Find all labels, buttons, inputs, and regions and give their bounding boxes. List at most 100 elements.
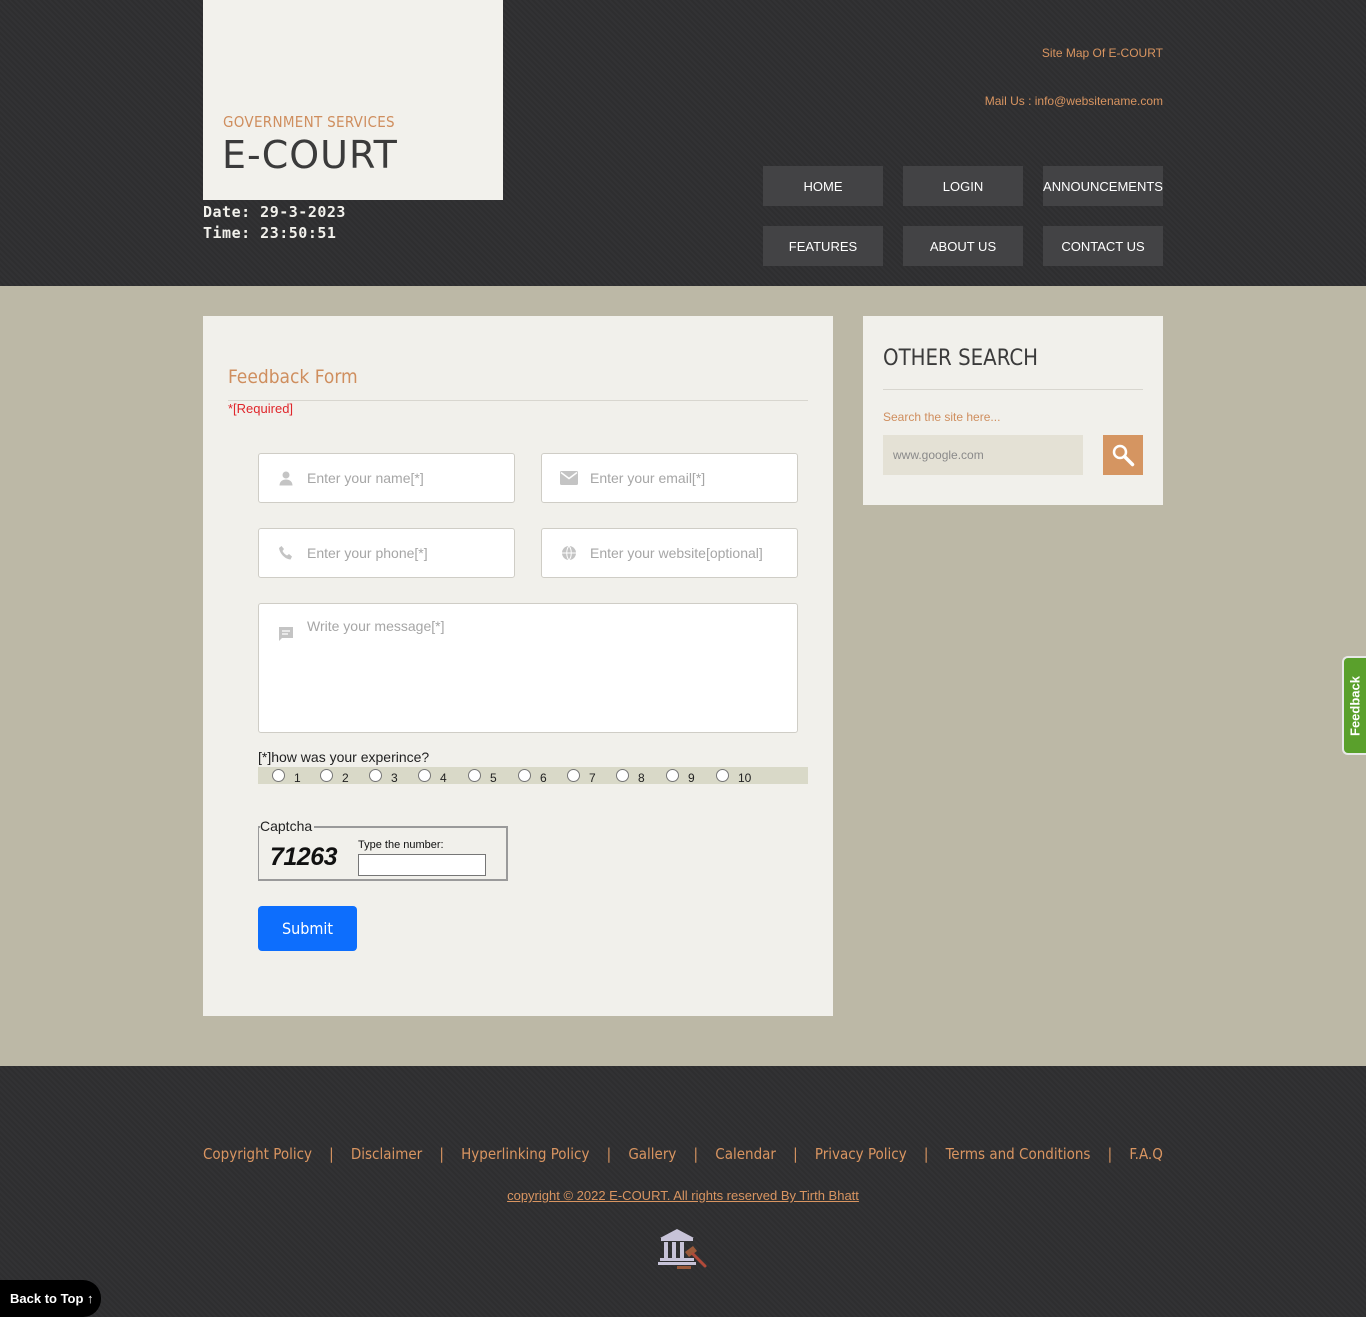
- website-field[interactable]: [541, 528, 798, 578]
- search-button[interactable]: [1103, 435, 1143, 475]
- nav-login-button[interactable]: LOGIN: [903, 166, 1023, 206]
- captcha-box: Captcha 71263 Type the number:: [258, 818, 508, 881]
- rating-option[interactable]: 9: [666, 767, 695, 785]
- logo-title: E-COURT: [222, 133, 398, 177]
- rating-option[interactable]: 2: [320, 767, 349, 785]
- mail-link[interactable]: Mail Us : info@websitename.com: [985, 94, 1163, 108]
- rating-number: 5: [490, 770, 497, 785]
- separator: |: [329, 1145, 334, 1163]
- feedback-tab-label: Feedback: [1347, 675, 1363, 736]
- rating-number: 6: [540, 770, 547, 785]
- rating-radio[interactable]: [272, 769, 285, 782]
- site-search-input[interactable]: [883, 435, 1083, 475]
- captcha-hint: Type the number:: [358, 839, 444, 851]
- envelope-icon: [560, 469, 578, 487]
- rating-radio[interactable]: [567, 769, 580, 782]
- separator: |: [793, 1145, 798, 1163]
- datetime-display: Date: 29-3-2023 Time: 23:50:51: [203, 202, 346, 244]
- logo-subtitle: GOVERNMENT SERVICES: [223, 113, 395, 131]
- logo-box[interactable]: GOVERNMENT SERVICES E-COURT: [203, 0, 503, 200]
- search-hint: Search the site here...: [883, 410, 1001, 424]
- footer-links: Copyright Policy | Disclaimer | Hyperlin…: [203, 1145, 1163, 1163]
- nav-contact-button[interactable]: CONTACT US: [1043, 226, 1163, 266]
- footer-link-privacy[interactable]: Privacy Policy: [815, 1145, 907, 1163]
- email-field[interactable]: [541, 453, 798, 503]
- message-field[interactable]: [258, 603, 798, 733]
- copyright-link[interactable]: copyright © 2022 E-COURT. All rights res…: [0, 1188, 1366, 1203]
- separator: |: [439, 1145, 444, 1163]
- rating-radio[interactable]: [518, 769, 531, 782]
- nav-announcements-button[interactable]: ANNOUNCEMENTS: [1043, 166, 1163, 206]
- date-text: Date: 29-3-2023: [203, 203, 346, 221]
- phone-icon: [277, 544, 295, 562]
- rating-number: 8: [638, 770, 645, 785]
- submit-button[interactable]: Submit: [258, 906, 357, 951]
- nav-home-button[interactable]: HOME: [763, 166, 883, 206]
- footer-link-faq[interactable]: F.A.Q: [1129, 1145, 1163, 1163]
- email-input[interactable]: [590, 454, 787, 502]
- rating-option[interactable]: 5: [468, 767, 497, 785]
- rating-radio[interactable]: [468, 769, 481, 782]
- name-field[interactable]: [258, 453, 515, 503]
- divider: [883, 389, 1143, 390]
- separator: |: [923, 1145, 929, 1163]
- rating-number: 4: [440, 770, 447, 785]
- user-icon: [277, 469, 295, 487]
- sidebar-title: OTHER SEARCH: [883, 346, 1039, 371]
- site-footer: Copyright Policy | Disclaimer | Hyperlin…: [0, 1066, 1366, 1317]
- message-textarea[interactable]: [307, 618, 787, 728]
- required-note: *[Required]: [228, 401, 294, 416]
- rating-number: 3: [391, 770, 398, 785]
- phone-field[interactable]: [258, 528, 515, 578]
- captcha-input[interactable]: [358, 854, 486, 876]
- rating-radio[interactable]: [666, 769, 679, 782]
- rating-number: 9: [688, 770, 695, 785]
- captcha-legend: Captcha: [260, 818, 315, 834]
- rating-option[interactable]: 4: [418, 767, 447, 785]
- nav-about-button[interactable]: ABOUT US: [903, 226, 1023, 266]
- feedback-side-tab[interactable]: Feedback: [1342, 656, 1366, 755]
- rating-radio[interactable]: [616, 769, 629, 782]
- website-input[interactable]: [590, 529, 787, 577]
- phone-input[interactable]: [307, 529, 504, 577]
- rating-option[interactable]: 8: [616, 767, 645, 785]
- rating-radio[interactable]: [418, 769, 431, 782]
- footer-link-terms[interactable]: Terms and Conditions: [946, 1145, 1091, 1163]
- rating-option[interactable]: 7: [567, 767, 596, 785]
- form-title: Feedback Form: [228, 366, 358, 388]
- site-header: GOVERNMENT SERVICES E-COURT Date: 29-3-2…: [0, 0, 1366, 286]
- divider: [228, 400, 808, 401]
- back-to-top-button[interactable]: Back to Top ↑: [0, 1280, 101, 1317]
- captcha-code: 71263: [270, 843, 338, 871]
- footer-link-gallery[interactable]: Gallery: [628, 1145, 676, 1163]
- rating-option[interactable]: 1: [272, 767, 301, 785]
- rating-number: 1: [294, 770, 301, 785]
- footer-link-disclaimer[interactable]: Disclaimer: [351, 1145, 422, 1163]
- separator: |: [606, 1145, 612, 1163]
- experience-label: [*]how was your experince?: [258, 749, 430, 765]
- footer-link-copyright-policy[interactable]: Copyright Policy: [203, 1145, 312, 1163]
- separator: |: [693, 1145, 699, 1163]
- rating-option[interactable]: 10: [716, 767, 752, 785]
- rating-radio[interactable]: [369, 769, 382, 782]
- nav-features-button[interactable]: FEATURES: [763, 226, 883, 266]
- rating-radio[interactable]: [320, 769, 333, 782]
- footer-link-hyperlinking[interactable]: Hyperlinking Policy: [461, 1145, 589, 1163]
- experience-rating-group: 1 2 3 4 5 6 7 8 9 10: [258, 767, 808, 785]
- rating-radio[interactable]: [716, 769, 729, 782]
- message-icon: [277, 625, 295, 643]
- court-building-icon: [658, 1229, 707, 1269]
- globe-icon: [560, 544, 578, 562]
- rating-number: 2: [342, 770, 349, 785]
- search-icon: [1112, 444, 1135, 467]
- rating-option[interactable]: 3: [369, 767, 398, 785]
- separator: |: [1107, 1145, 1113, 1163]
- feedback-form-card: Feedback Form *[Required] [*]how was you…: [203, 316, 833, 1016]
- footer-link-calendar[interactable]: Calendar: [715, 1145, 776, 1163]
- time-text: Time: 23:50:51: [203, 224, 337, 242]
- name-input[interactable]: [307, 454, 504, 502]
- rating-option[interactable]: 6: [518, 767, 547, 785]
- sitemap-link[interactable]: Site Map Of E-COURT: [1042, 46, 1163, 60]
- rating-number: 10: [738, 770, 752, 785]
- rating-number: 7: [589, 770, 596, 785]
